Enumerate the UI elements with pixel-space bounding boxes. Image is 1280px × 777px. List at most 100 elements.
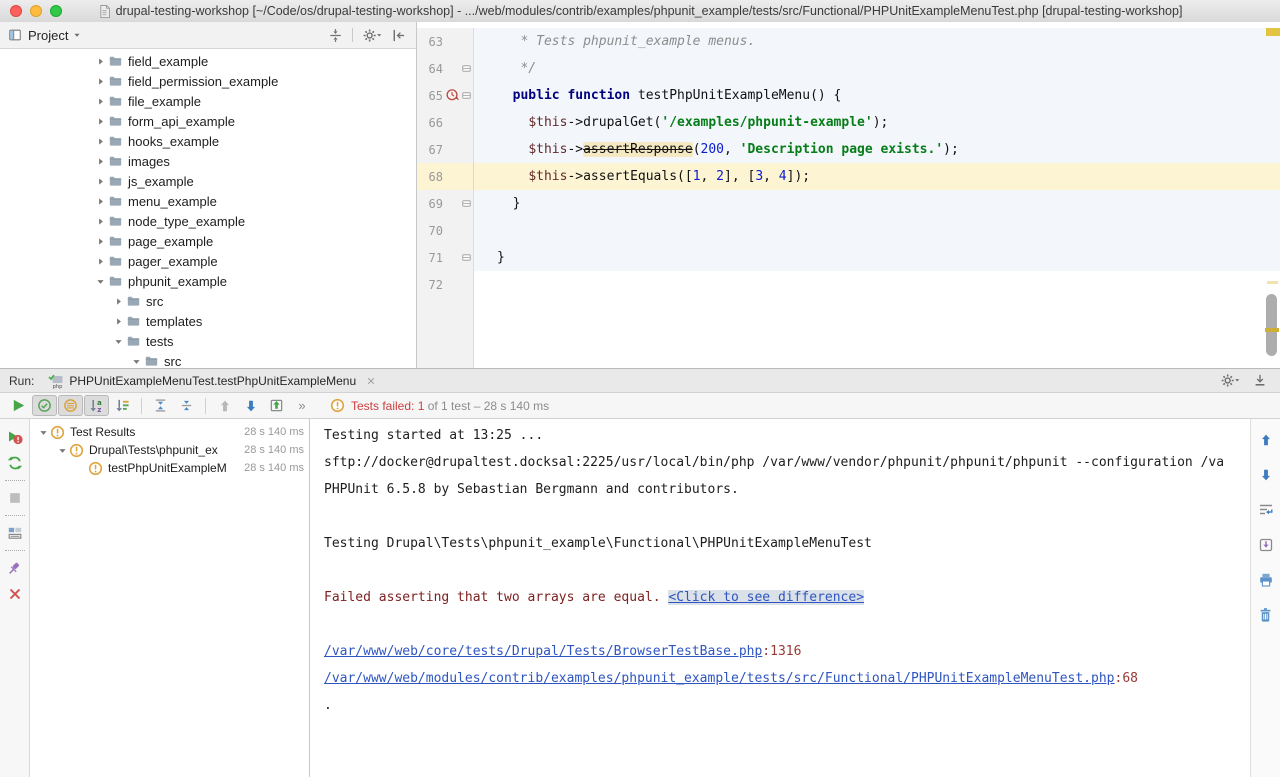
folder-name: templates — [146, 314, 202, 329]
rerun-failed-tests-button[interactable] — [4, 426, 26, 448]
console-link[interactable]: /var/www/web/modules/contrib/examples/ph… — [324, 671, 1115, 686]
project-tree-item[interactable]: pager_example — [0, 251, 416, 271]
code-text: } — [474, 250, 505, 265]
expand-all-button[interactable] — [148, 395, 173, 416]
project-tree-item[interactable]: form_api_example — [0, 111, 416, 131]
scroll-to-end-button[interactable] — [1255, 534, 1277, 556]
close-window-button[interactable] — [10, 5, 22, 17]
project-tree-item[interactable]: src — [0, 351, 416, 368]
clear-all-button[interactable] — [1255, 604, 1277, 626]
test-console-output[interactable]: Testing started at 13:25 ...sftp://docke… — [310, 419, 1250, 777]
project-tree-item[interactable]: file_example — [0, 91, 416, 111]
stop-button[interactable] — [4, 487, 26, 509]
editor[interactable]: 63 * Tests phpunit_example menus.64 */65… — [417, 22, 1280, 368]
project-tree-item[interactable]: hooks_example — [0, 131, 416, 151]
error-stripe-mark[interactable] — [1265, 328, 1279, 332]
svg-text:z: z — [97, 405, 101, 413]
project-tree-item[interactable]: field_permission_example — [0, 71, 416, 91]
project-tree-item[interactable]: node_type_example — [0, 211, 416, 231]
test-tree-row[interactable]: testPhpUnitExampleM28 s 140 ms — [30, 459, 309, 477]
line-number: 67 — [420, 143, 443, 157]
test-status: Tests failed: 1 of 1 test – 28 s 140 ms — [330, 398, 549, 413]
chevron-down-icon[interactable] — [72, 30, 82, 40]
next-failed-test-button[interactable] — [238, 395, 263, 416]
minimize-window-button[interactable] — [30, 5, 42, 17]
dock-panel-button[interactable] — [1253, 373, 1267, 388]
chevron-down-icon — [38, 427, 49, 438]
editor-scrollbar[interactable] — [1266, 294, 1277, 356]
collapse-all-project-button[interactable] — [328, 28, 343, 43]
show-passed-button[interactable] — [32, 395, 57, 416]
console-link[interactable]: /var/www/web/core/tests/Drupal/Tests/Bro… — [324, 644, 762, 659]
console-line: Failed asserting that two arrays are equ… — [324, 584, 1250, 611]
editor-line[interactable]: 66 $this->drupalGet('/examples/phpunit-e… — [417, 109, 1280, 136]
project-tree-item[interactable]: menu_example — [0, 191, 416, 211]
test-name: Test Results — [70, 425, 240, 439]
editor-line[interactable]: 68 $this->assertEquals([1, 2], [3, 4]); — [417, 163, 1280, 190]
project-tree-item[interactable]: src — [0, 291, 416, 311]
print-button[interactable] — [1255, 569, 1277, 591]
editor-line[interactable]: 69 } — [417, 190, 1280, 217]
error-stripe-status[interactable] — [1266, 28, 1280, 36]
line-number: 64 — [420, 62, 443, 76]
export-test-results-button[interactable] — [264, 395, 289, 416]
more-options-button[interactable]: » — [290, 395, 315, 416]
code-text: public function testPhpUnitExampleMenu()… — [474, 88, 841, 103]
run-settings-button[interactable] — [1220, 373, 1240, 388]
phpunit-run-config-icon: php — [48, 373, 64, 389]
folder-name: js_example — [128, 174, 194, 189]
previous-occurrence-button[interactable] — [1255, 429, 1277, 451]
test-tree-row[interactable]: Test Results28 s 140 ms — [30, 423, 309, 441]
chevron-right-icon — [95, 76, 106, 87]
error-stripe-mark[interactable] — [1267, 281, 1278, 284]
editor-line[interactable]: 71} — [417, 244, 1280, 271]
rerun-tests-button[interactable] — [6, 395, 31, 416]
editor-line[interactable]: 64 */ — [417, 55, 1280, 82]
pin-tab-button[interactable] — [4, 557, 26, 579]
project-panel-title[interactable]: Project — [28, 28, 68, 43]
console-line: PHPUnit 6.5.8 by Sebastian Bergmann and … — [324, 476, 1250, 503]
editor-line[interactable]: 70 — [417, 217, 1280, 244]
console-link[interactable]: <Click to see difference> — [668, 590, 864, 605]
restore-layout-button[interactable] — [4, 522, 26, 544]
sort-by-duration-button[interactable] — [110, 395, 135, 416]
console-line — [324, 611, 1250, 638]
project-tree-item[interactable]: js_example — [0, 171, 416, 191]
test-failed-icon — [50, 425, 65, 440]
project-tree-item[interactable]: images — [0, 151, 416, 171]
previous-failed-test-button[interactable] — [212, 395, 237, 416]
fold-marker-icon[interactable] — [461, 90, 472, 101]
zoom-window-button[interactable] — [50, 5, 62, 17]
hide-project-panel-button[interactable] — [391, 28, 406, 43]
project-tree-item[interactable]: page_example — [0, 231, 416, 251]
fold-marker-icon[interactable] — [461, 63, 472, 74]
test-failed-icon — [69, 443, 84, 458]
project-tree-item[interactable]: tests — [0, 331, 416, 351]
close-button[interactable] — [4, 583, 26, 605]
project-tree-item[interactable]: field_example — [0, 51, 416, 71]
project-tree-item[interactable]: templates — [0, 311, 416, 331]
sort-alphabetically-button[interactable]: az — [84, 395, 109, 416]
editor-line[interactable]: 67 $this->assertResponse(200, 'Descripti… — [417, 136, 1280, 163]
fold-marker-icon[interactable] — [461, 252, 472, 263]
run-label: Run: — [9, 374, 34, 388]
editor-line[interactable]: 72 — [417, 271, 1280, 298]
run-configuration-tab[interactable]: php PHPUnitExampleMenuTest.testPhpUnitEx… — [48, 373, 376, 389]
editor-line[interactable]: 63 * Tests phpunit_example menus. — [417, 28, 1280, 55]
fold-marker-icon[interactable] — [461, 198, 472, 209]
code-text: $this->drupalGet('/examples/phpunit-exam… — [474, 115, 888, 130]
close-tab-icon[interactable] — [366, 376, 376, 386]
rerun-button[interactable] — [4, 452, 26, 474]
collapse-all-button[interactable] — [174, 395, 199, 416]
line-number: 65 — [420, 89, 443, 103]
project-tree-item[interactable]: phpunit_example — [0, 271, 416, 291]
soft-wrap-button[interactable] — [1255, 499, 1277, 521]
tests-failed-count: Tests failed: 1 — [351, 399, 424, 413]
test-tree-row[interactable]: Drupal\Tests\phpunit_ex28 s 140 ms — [30, 441, 309, 459]
editor-line[interactable]: 65 public function testPhpUnitExampleMen… — [417, 82, 1280, 109]
show-ignored-button[interactable] — [58, 395, 83, 416]
folder-icon — [108, 134, 123, 148]
run-left-toolbar — [0, 419, 30, 777]
project-settings-button[interactable] — [362, 28, 382, 43]
next-occurrence-button[interactable] — [1255, 464, 1277, 486]
